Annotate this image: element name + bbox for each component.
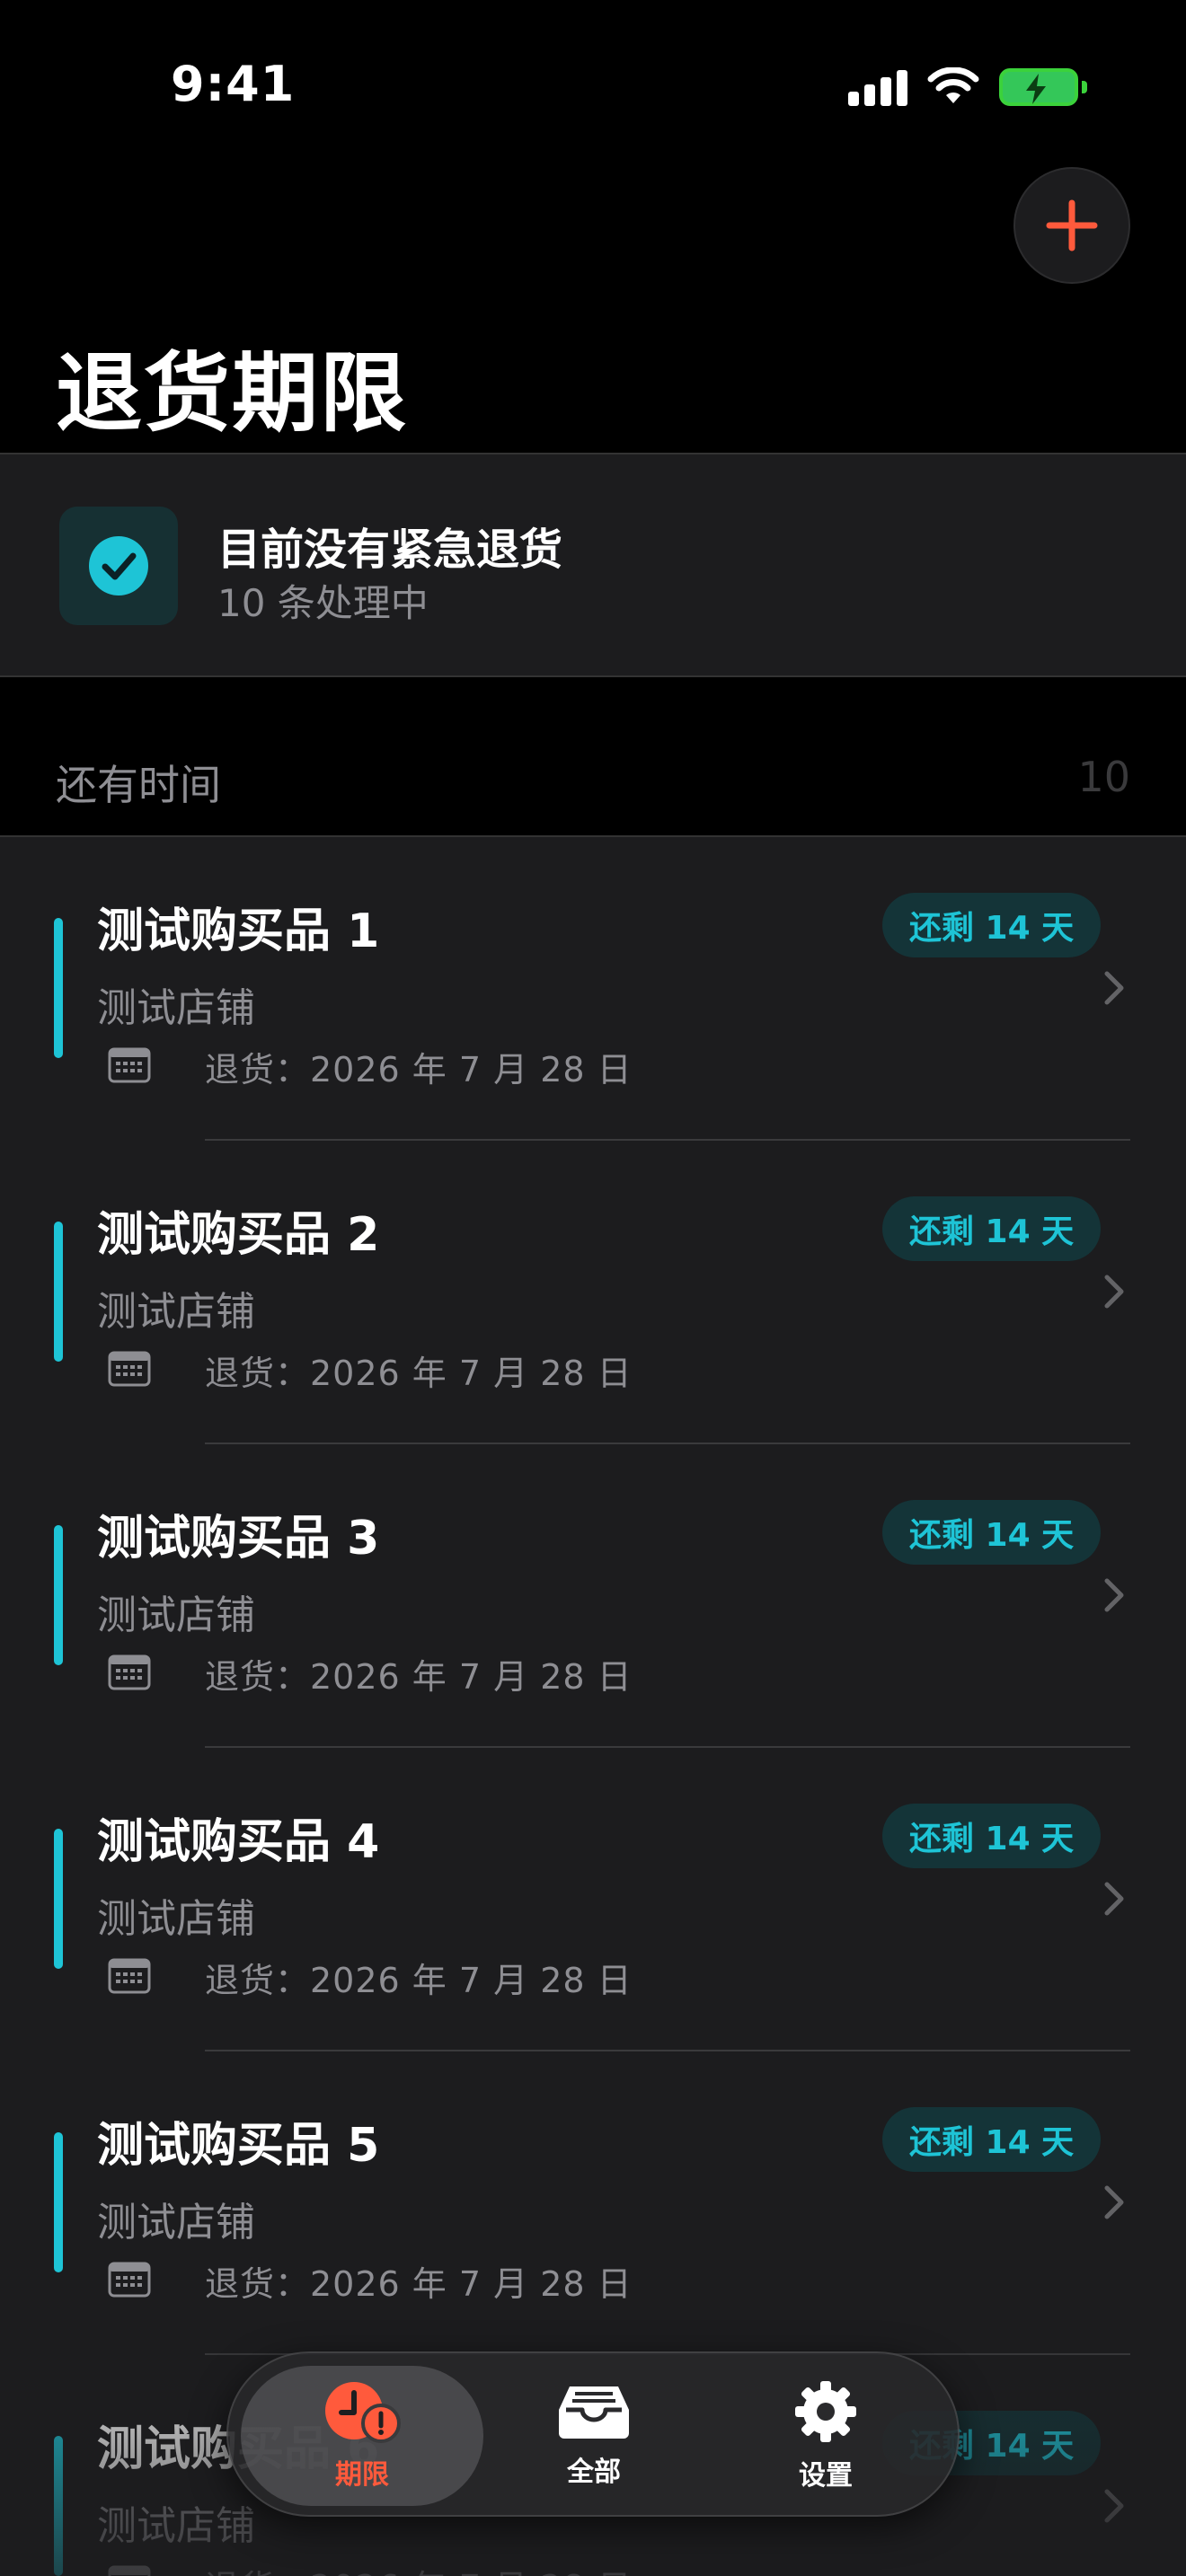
chevron-right-icon bbox=[1104, 2185, 1124, 2219]
add-button[interactable] bbox=[1013, 167, 1130, 284]
list-item[interactable]: 测试购买品 5 测试店铺 退货：2026 年 7 月 28 日 还剩 14 天 bbox=[0, 2051, 1186, 2355]
chevron-right-icon bbox=[1104, 1275, 1124, 1309]
item-return-date: 退货：2026 年 7 月 28 日 bbox=[205, 2560, 633, 2576]
item-store: 测试店铺 bbox=[97, 2200, 255, 2245]
status-bar-indicator bbox=[54, 1525, 63, 1665]
item-return-date: 退货：2026 年 7 月 28 日 bbox=[205, 1657, 633, 1697]
days-left-badge: 还剩 14 天 bbox=[882, 1500, 1102, 1565]
plus-icon bbox=[1046, 199, 1098, 251]
chevron-right-icon bbox=[1104, 1882, 1124, 1916]
item-store: 测试店铺 bbox=[97, 1896, 255, 1942]
item-return-date: 退货：2026 年 7 月 28 日 bbox=[205, 1050, 633, 1090]
tab-label: 全部 bbox=[567, 2457, 621, 2488]
signal-icon bbox=[848, 68, 907, 106]
summary-subtitle: 10 条处理中 bbox=[217, 581, 429, 625]
status-bar-indicator bbox=[54, 2132, 63, 2272]
checkmark-circle-icon bbox=[89, 536, 148, 595]
item-store: 测试店铺 bbox=[97, 1289, 255, 1335]
calendar-icon bbox=[108, 2262, 151, 2298]
summary-card: 目前没有紧急退货 10 条处理中 bbox=[0, 453, 1186, 677]
status-bar-indicator bbox=[54, 1829, 63, 1969]
tab-bar: 期限 全部 设置 bbox=[226, 2351, 960, 2517]
calendar-icon bbox=[108, 1351, 151, 1387]
list-item[interactable]: 测试购买品 1 测试店铺 退货：2026 年 7 月 28 日 还剩 14 天 bbox=[0, 837, 1186, 1141]
tray-icon bbox=[559, 2386, 629, 2439]
item-store: 测试店铺 bbox=[97, 2503, 255, 2549]
item-store: 测试店铺 bbox=[97, 1592, 255, 1638]
status-time: 9:41 bbox=[171, 56, 296, 112]
item-name: 测试购买品 2 bbox=[97, 1208, 380, 1262]
chevron-right-icon bbox=[1104, 971, 1124, 1005]
summary-status-icon bbox=[59, 507, 178, 625]
item-return-date: 退货：2026 年 7 月 28 日 bbox=[205, 1961, 633, 2000]
list-item[interactable]: 测试购买品 2 测试店铺 退货：2026 年 7 月 28 日 还剩 14 天 bbox=[0, 1141, 1186, 1444]
days-left-badge: 还剩 14 天 bbox=[882, 2107, 1102, 2172]
page-title: 退货期限 bbox=[56, 343, 408, 444]
status-icons bbox=[848, 65, 1087, 110]
status-bar-indicator bbox=[54, 1222, 63, 1362]
calendar-icon bbox=[108, 2565, 151, 2576]
tab-settings[interactable]: 设置 bbox=[704, 2366, 947, 2506]
section-count: 10 bbox=[1077, 753, 1130, 801]
item-return-date: 退货：2026 年 7 月 28 日 bbox=[205, 2264, 633, 2304]
item-name: 测试购买品 1 bbox=[97, 904, 380, 958]
item-name: 测试购买品 4 bbox=[97, 1815, 380, 1869]
calendar-icon bbox=[108, 1654, 151, 1690]
days-left-badge: 还剩 14 天 bbox=[882, 1196, 1102, 1261]
list-item[interactable]: 测试购买品 3 测试店铺 退货：2026 年 7 月 28 日 还剩 14 天 bbox=[0, 1444, 1186, 1748]
return-list: 测试购买品 1 测试店铺 退货：2026 年 7 月 28 日 还剩 14 天 … bbox=[0, 835, 1186, 2576]
summary-title: 目前没有紧急退货 bbox=[217, 525, 563, 575]
item-return-date: 退货：2026 年 7 月 28 日 bbox=[205, 1354, 633, 1393]
battery-charging-icon bbox=[999, 68, 1087, 106]
status-bar-indicator bbox=[54, 918, 63, 1058]
tab-label: 期限 bbox=[335, 2459, 389, 2491]
status-bar-indicator bbox=[54, 2436, 63, 2576]
chevron-right-icon bbox=[1104, 1578, 1124, 1612]
days-left-badge: 还剩 14 天 bbox=[882, 893, 1102, 957]
tab-label: 设置 bbox=[799, 2460, 853, 2492]
item-name: 测试购买品 3 bbox=[97, 1512, 380, 1566]
item-store: 测试店铺 bbox=[97, 985, 255, 1031]
gear-icon bbox=[795, 2381, 856, 2442]
wifi-icon bbox=[927, 67, 979, 103]
clock-alert-icon bbox=[325, 2382, 401, 2443]
status-bar: 9:41 bbox=[0, 0, 1186, 171]
chevron-right-icon bbox=[1104, 2489, 1124, 2523]
item-name: 测试购买品 5 bbox=[97, 2119, 380, 2173]
calendar-icon bbox=[108, 1958, 151, 1994]
list-item[interactable]: 测试购买品 4 测试店铺 退货：2026 年 7 月 28 日 还剩 14 天 bbox=[0, 1748, 1186, 2051]
tab-deadlines[interactable]: 期限 bbox=[241, 2366, 483, 2506]
days-left-badge: 还剩 14 天 bbox=[882, 1804, 1102, 1868]
tab-all[interactable]: 全部 bbox=[473, 2366, 715, 2506]
calendar-icon bbox=[108, 1047, 151, 1083]
section-title: 还有时间 bbox=[56, 761, 221, 809]
